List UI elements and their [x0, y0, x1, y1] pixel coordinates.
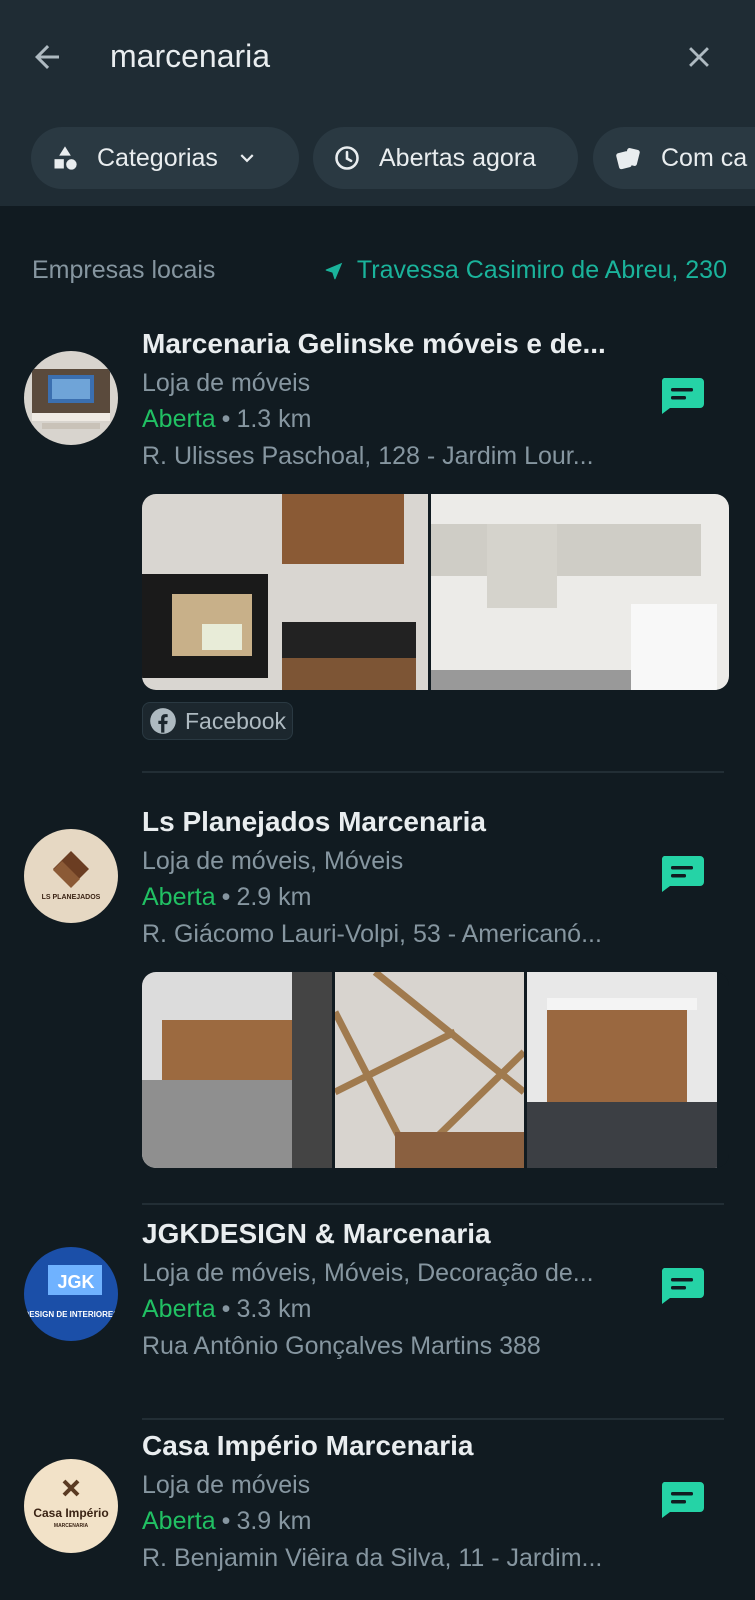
business-photo[interactable] — [142, 494, 428, 690]
avatar-logo-text: Casa Império — [33, 1506, 108, 1520]
avatar-logo-subtext: DESIGN DE INTERIORES — [24, 1310, 118, 1319]
business-category: Loja de móveis, Móveis — [142, 847, 404, 875]
business-status-row: Aberta • 1.3 km — [142, 405, 311, 434]
search-input[interactable] — [110, 32, 630, 80]
business-avatar: LS PLANEJADOS — [24, 829, 118, 923]
business-distance: 1.3 km — [236, 405, 312, 433]
business-photos[interactable] — [142, 972, 729, 1168]
business-category: Loja de móveis — [142, 369, 311, 397]
business-photos[interactable] — [142, 494, 729, 690]
section-title: Empresas locais — [32, 256, 216, 284]
business-distance: 2.9 km — [236, 883, 312, 911]
location-link[interactable]: Travessa Casimiro de Abreu, 230 — [323, 256, 727, 285]
business-address: R. Giácomo Lauri-Volpi, 53 - Americanó..… — [142, 920, 602, 948]
business-result[interactable]: Marcenaria Gelinske móveis e de... Loja … — [0, 322, 755, 773]
filter-chip-categorias[interactable]: Categorias — [31, 127, 299, 189]
business-result[interactable]: JGK DESIGN DE INTERIORES JGKDESIGN & Mar… — [0, 1218, 755, 1420]
cards-icon — [616, 147, 640, 170]
separator-dot: • — [221, 883, 231, 911]
business-address: R. Ulisses Paschoal, 128 - Jardim Lour..… — [142, 442, 594, 470]
business-result[interactable]: LS PLANEJADOS Ls Planejados Marcenaria L… — [0, 800, 755, 1205]
shapes-icon — [54, 146, 77, 170]
avatar-logo-subtext: MARCENARIA — [54, 1523, 89, 1529]
chevron-down-icon — [234, 145, 260, 171]
divider — [142, 771, 724, 773]
filter-chip-label: Abertas agora — [379, 143, 537, 172]
business-avatar: JGK DESIGN DE INTERIORES — [24, 1247, 118, 1341]
business-result[interactable]: Casa Império MARCENARIA Casa Império Mar… — [0, 1430, 755, 1600]
business-distance: 3.9 km — [236, 1507, 312, 1535]
separator-dot: • — [221, 1507, 231, 1535]
business-name: JGKDESIGN & Marcenaria — [142, 1218, 491, 1249]
open-status: Aberta — [142, 883, 216, 911]
chat-icon[interactable] — [660, 378, 704, 414]
business-name: Ls Planejados Marcenaria — [142, 806, 486, 837]
business-avatar: Casa Império MARCENARIA — [24, 1459, 118, 1553]
filter-chip-abertas-agora[interactable]: Abertas agora — [313, 127, 578, 189]
open-status: Aberta — [142, 1295, 216, 1323]
filter-chip-label: Categorias — [97, 143, 218, 172]
back-button[interactable] — [22, 32, 72, 82]
business-name: Casa Império Marcenaria — [142, 1430, 474, 1461]
source-label: Facebook — [185, 707, 287, 734]
business-address: Rua Antônio Gonçalves Martins 388 — [142, 1332, 541, 1360]
business-address: R. Benjamin Viêira da Silva, 11 - Jardim… — [142, 1544, 603, 1572]
business-avatar — [24, 351, 118, 445]
business-photo[interactable] — [431, 494, 729, 690]
chat-icon[interactable] — [660, 1268, 704, 1304]
business-category: Loja de móveis — [142, 1471, 311, 1499]
chat-icon[interactable] — [660, 856, 704, 892]
filter-chip-bar: Categorias Abertas agora Com ca — [0, 111, 755, 206]
divider — [142, 1418, 724, 1420]
open-status: Aberta — [142, 1507, 216, 1535]
divider — [142, 1203, 724, 1205]
open-status: Aberta — [142, 405, 216, 433]
business-photo[interactable] — [335, 972, 524, 1168]
clear-search-button[interactable] — [674, 32, 724, 82]
filter-chip-label: Com ca — [661, 143, 748, 172]
source-chip-facebook[interactable]: Facebook — [142, 702, 294, 740]
business-photo[interactable] — [142, 972, 332, 1168]
business-status-row: Aberta • 3.3 km — [142, 1295, 311, 1324]
arrow-left-icon — [35, 45, 59, 69]
location-arrow-icon — [325, 262, 343, 279]
location-label: Travessa Casimiro de Abreu, 230 — [356, 256, 727, 284]
search-bar — [0, 0, 755, 111]
business-status-row: Aberta • 2.9 km — [142, 883, 311, 912]
filter-chip-com-cartao[interactable]: Com ca — [593, 127, 755, 189]
business-category: Loja de móveis, Móveis, Decoração de... — [142, 1259, 594, 1287]
avatar-logo-text: JGK — [57, 1272, 94, 1292]
facebook-icon — [150, 708, 176, 734]
business-name: Marcenaria Gelinske móveis e de... — [142, 328, 606, 359]
separator-dot: • — [221, 405, 231, 433]
avatar-logo-text: LS PLANEJADOS — [42, 894, 101, 901]
section-header: Empresas locais Travessa Casimiro de Abr… — [32, 254, 727, 290]
close-icon — [689, 47, 709, 67]
chat-icon[interactable] — [660, 1482, 704, 1518]
business-status-row: Aberta • 3.9 km — [142, 1507, 311, 1536]
business-distance: 3.3 km — [236, 1295, 312, 1323]
business-photo[interactable] — [527, 972, 717, 1168]
clock-icon — [335, 146, 359, 170]
separator-dot: • — [221, 1295, 231, 1323]
